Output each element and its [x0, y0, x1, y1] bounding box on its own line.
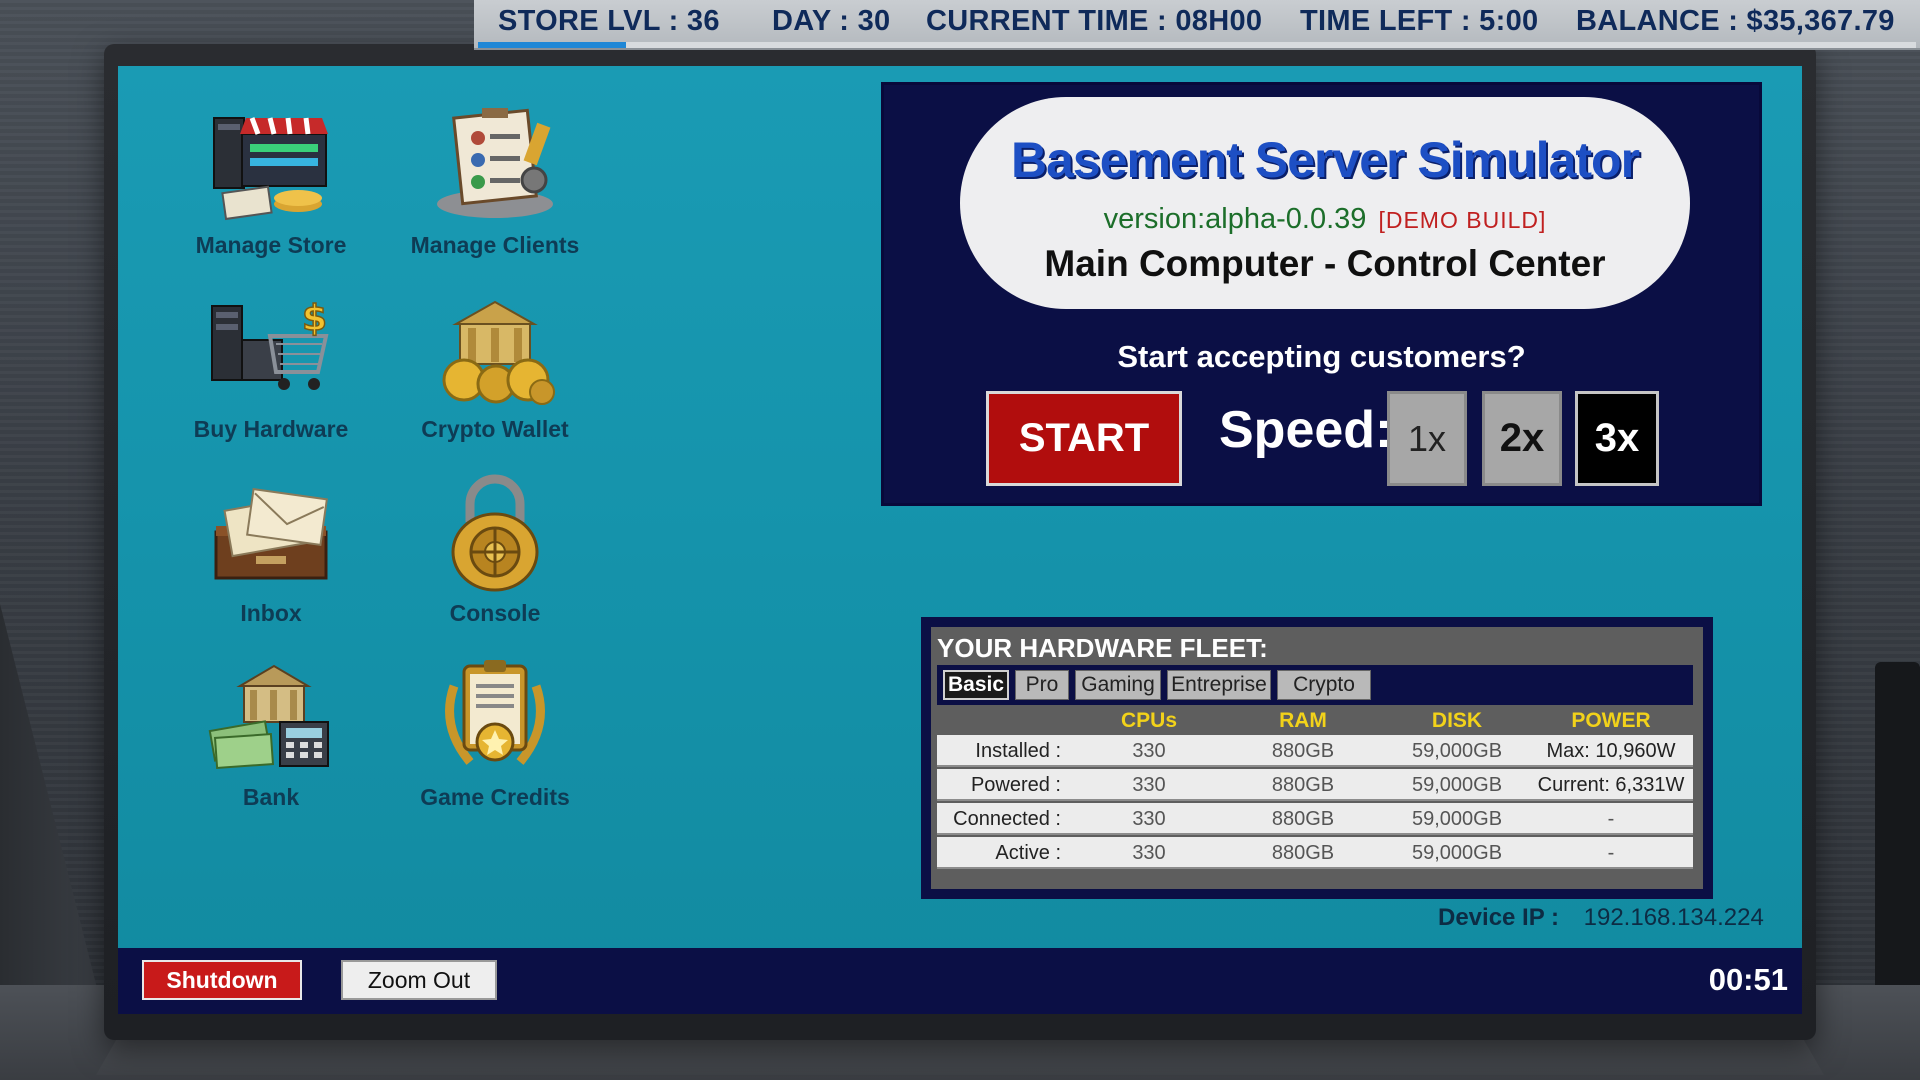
- clients-icon: [430, 104, 560, 224]
- cell-ram: 880GB: [1271, 740, 1335, 762]
- desktop-icon-crypto-wallet[interactable]: Crypto Wallet: [390, 288, 600, 458]
- cell-power: Max: 10,960W: [1546, 740, 1676, 762]
- cell-cpus: 330: [1132, 740, 1166, 762]
- column-header-disk: DISK: [1431, 709, 1483, 732]
- desktop-icon-label: Bank: [242, 784, 300, 810]
- speed-2x-button[interactable]: 2x: [1482, 391, 1562, 486]
- store-level: STORE LVL : 36: [498, 5, 720, 37]
- desktop-icon-console[interactable]: Console: [390, 472, 600, 642]
- start-question: Start accepting customers?: [1117, 339, 1526, 374]
- speed-3x-button[interactable]: 3x: [1575, 391, 1659, 486]
- demo-build-tag: [DEMO BUILD]: [1378, 207, 1547, 233]
- desktop-icon-label: Buy Hardware: [193, 416, 349, 442]
- desktop-icon-label: Manage Store: [195, 232, 347, 258]
- hardware-fleet-panel: YOUR HARDWARE FLEET: Basic Pro Gaming En…: [921, 617, 1713, 899]
- desktop-icon-label: Manage Clients: [410, 232, 580, 258]
- cell-ram: 880GB: [1271, 774, 1335, 796]
- desktop-icon-buy-hardware[interactable]: $ Buy Hardware: [166, 288, 376, 458]
- version-text: version:alpha-0.0.39: [1103, 203, 1367, 235]
- day-counter: DAY : 30: [772, 5, 891, 37]
- taskbar: Shutdown Zoom Out 00:51: [118, 948, 1802, 1014]
- current-time: CURRENT TIME : 08H00: [926, 5, 1263, 37]
- mail-icon: [206, 472, 336, 592]
- tab-crypto[interactable]: Crypto: [1277, 670, 1371, 700]
- row-label: Powered :: [970, 774, 1061, 796]
- desktop-icon-label: Console: [449, 600, 541, 626]
- desktop-icon-bank[interactable]: Bank: [166, 656, 376, 826]
- device-ip: Device IP : 192.168.134.224: [1438, 904, 1764, 932]
- start-button[interactable]: START: [986, 391, 1182, 486]
- control-center-panel: Basement Server Simulator version:alpha-…: [881, 82, 1762, 506]
- bank-icon: [206, 656, 336, 776]
- table-row-connected: Connected : 330 880GB 59,000GB -: [937, 803, 1693, 835]
- column-header-power: POWER: [1571, 709, 1651, 732]
- credits-icon: [430, 656, 560, 776]
- cell-ram: 880GB: [1271, 842, 1335, 864]
- table-row-installed: Installed : 330 880GB 59,000GB Max: 10,9…: [937, 735, 1693, 767]
- cell-power: -: [1607, 808, 1615, 830]
- zoom-out-button[interactable]: Zoom Out: [341, 960, 497, 1000]
- row-label: Installed :: [975, 740, 1061, 762]
- fleet-panel-body: YOUR HARDWARE FLEET: Basic Pro Gaming En…: [931, 627, 1703, 889]
- cell-ram: 880GB: [1271, 808, 1335, 830]
- fleet-tabs: Basic Pro Gaming Entreprise Crypto: [937, 665, 1693, 705]
- title-banner: Basement Server Simulator version:alpha-…: [960, 97, 1690, 309]
- shopping-cart-icon: $: [206, 288, 336, 408]
- speed-label: Speed:: [1219, 401, 1393, 459]
- cell-power: -: [1607, 842, 1615, 864]
- shutdown-button[interactable]: Shutdown: [142, 960, 302, 1000]
- room-speaker: [1875, 662, 1920, 1022]
- device-ip-value: 192.168.134.224: [1583, 904, 1764, 931]
- cell-cpus: 330: [1132, 842, 1166, 864]
- row-label: Active :: [995, 842, 1061, 864]
- day-progress-fill: [478, 42, 627, 48]
- column-header-cpus: CPUs: [1120, 709, 1178, 732]
- desktop-icon-label: Crypto Wallet: [421, 416, 569, 442]
- balance: BALANCE : $35,367.79: [1576, 5, 1895, 37]
- column-header-ram: RAM: [1279, 709, 1327, 732]
- cell-power: Current: 6,331W: [1537, 774, 1685, 796]
- cell-cpus: 330: [1132, 808, 1166, 830]
- tab-basic[interactable]: Basic: [943, 670, 1009, 700]
- desktop-icon-manage-store[interactable]: Manage Store: [166, 104, 376, 274]
- desktop-icon-label: Inbox: [240, 600, 302, 626]
- tab-pro[interactable]: Pro: [1015, 670, 1069, 700]
- taskbar-clock: 00:51: [1708, 962, 1788, 997]
- desktop-icon-label: Game Credits: [420, 784, 570, 810]
- fleet-table-header: CPUs RAM DISK POWER: [937, 709, 1693, 735]
- cell-disk: 59,000GB: [1411, 740, 1503, 762]
- cell-disk: 59,000GB: [1411, 808, 1503, 830]
- lock-icon: [430, 472, 560, 592]
- desktop-icon-inbox[interactable]: Inbox: [166, 472, 376, 642]
- day-progress-bar: [478, 42, 1916, 48]
- game-title: Basement Server Simulator: [1010, 132, 1640, 188]
- cell-disk: 59,000GB: [1411, 842, 1503, 864]
- device-ip-label: Device IP :: [1438, 904, 1559, 931]
- time-left: TIME LEFT : 5:00: [1300, 5, 1539, 37]
- store-icon: [206, 104, 336, 224]
- crypto-bank-icon: [430, 288, 560, 408]
- desktop-icon-manage-clients[interactable]: Manage Clients: [390, 104, 600, 274]
- top-hud: STORE LVL : 36 DAY : 30 CURRENT TIME : 0…: [474, 0, 1920, 50]
- table-row-active: Active : 330 880GB 59,000GB -: [937, 837, 1693, 869]
- svg-text:$: $: [302, 298, 327, 339]
- desktop-icon-game-credits[interactable]: Game Credits: [390, 656, 600, 826]
- panel-subtitle: Main Computer - Control Center: [1044, 243, 1606, 284]
- tab-gaming[interactable]: Gaming: [1075, 670, 1161, 700]
- fleet-title: YOUR HARDWARE FLEET:: [937, 633, 1268, 663]
- cell-disk: 59,000GB: [1411, 774, 1503, 796]
- computer-screen: Manage Store Manage Clients $ Buy Hardwa…: [118, 66, 1802, 1014]
- table-row-powered: Powered : 330 880GB 59,000GB Current: 6,…: [937, 769, 1693, 801]
- speed-1x-button[interactable]: 1x: [1387, 391, 1467, 486]
- tab-entreprise[interactable]: Entreprise: [1167, 670, 1271, 700]
- row-label: Connected :: [953, 808, 1061, 830]
- cell-cpus: 330: [1132, 774, 1166, 796]
- version-info: version:alpha-0.0.39 [DEMO BUILD]: [960, 203, 1690, 236]
